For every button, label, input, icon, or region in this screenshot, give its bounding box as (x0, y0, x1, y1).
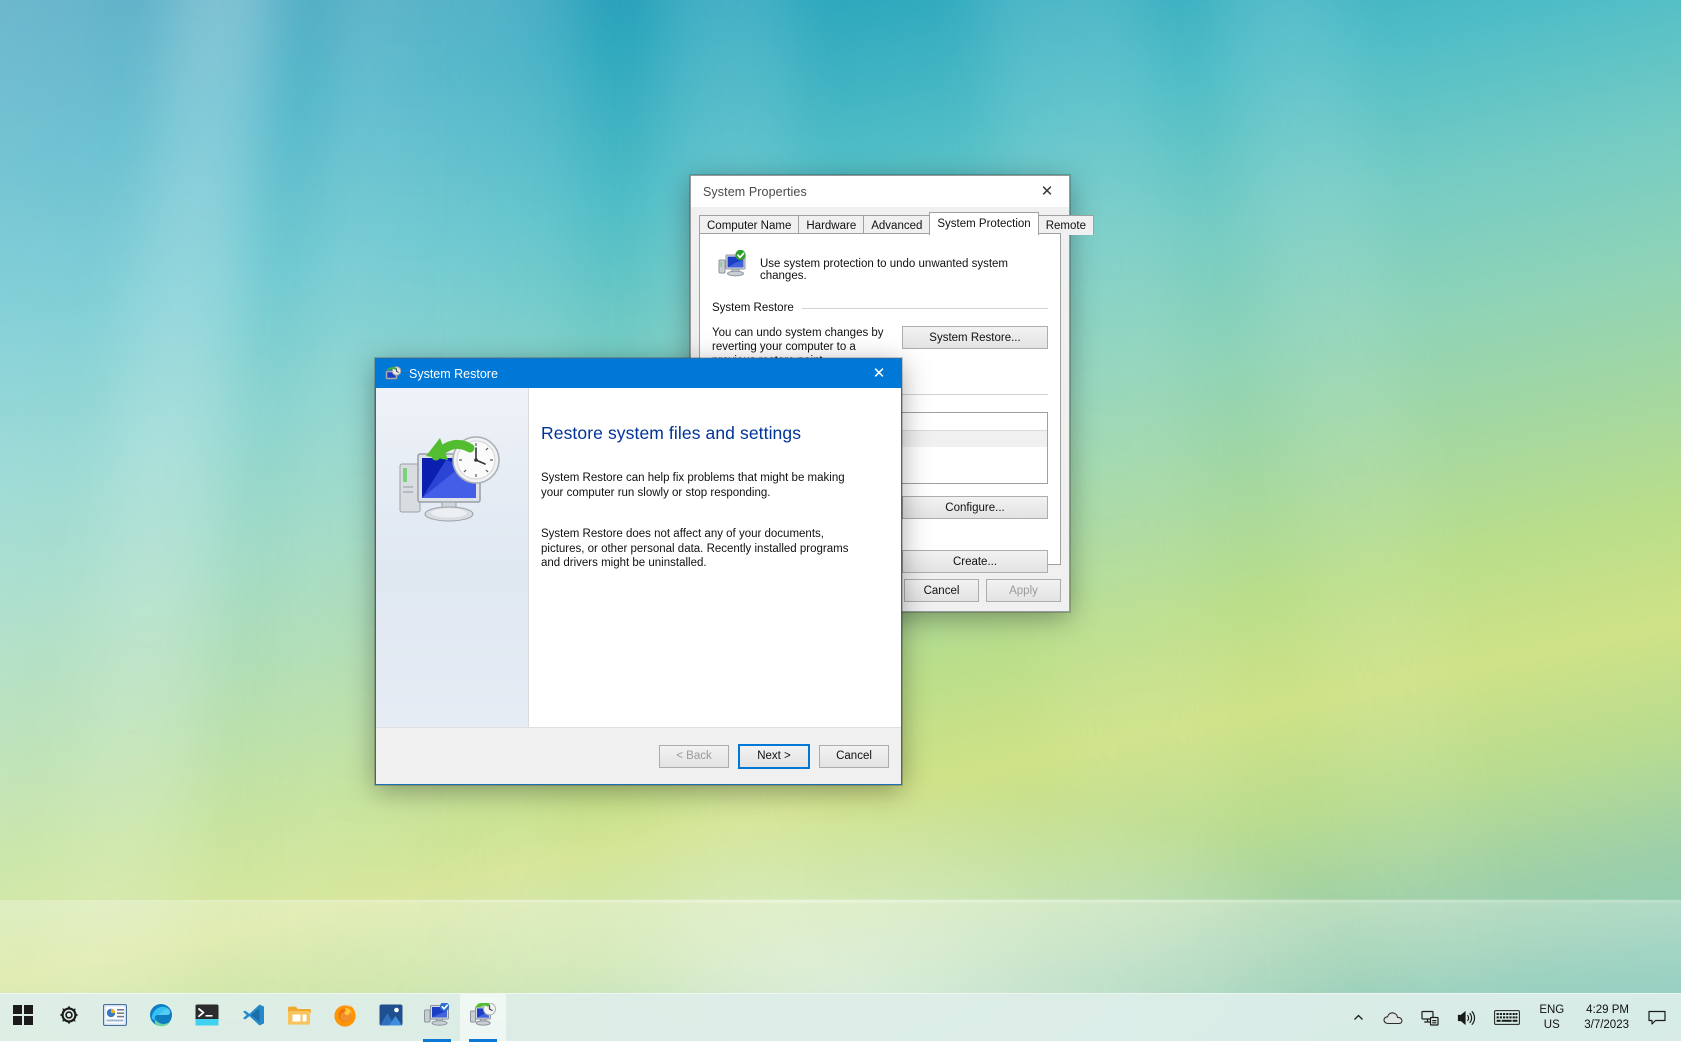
language-line-2: US (1544, 1018, 1560, 1033)
keyboard-icon[interactable] (1485, 994, 1529, 1042)
system-protection-header: Use system protection to undo unwanted s… (718, 250, 1046, 282)
photos-icon (379, 1004, 403, 1031)
show-hidden-icons-chevron-icon[interactable] (1343, 994, 1374, 1042)
photos-button[interactable] (368, 994, 414, 1042)
cloud-icon[interactable] (1374, 994, 1412, 1042)
firefox-icon (333, 1003, 357, 1032)
system-properties-tabstrip[interactable]: Computer Name Hardware Advanced System P… (699, 213, 1069, 235)
system-restore-titlebar[interactable]: System Restore ✕ (376, 359, 901, 388)
apply-button[interactable]: Apply (986, 579, 1061, 602)
system-restore-body: Restore system files and settings System… (376, 388, 901, 727)
system-properties-taskbar-button[interactable] (414, 994, 460, 1042)
microsoft-edge-button[interactable] (138, 994, 184, 1042)
cancel-button[interactable]: Cancel (819, 745, 889, 768)
clock-date: 3/7/2023 (1584, 1018, 1629, 1033)
back-button[interactable]: < Back (659, 745, 729, 768)
file-explorer-button[interactable] (276, 994, 322, 1042)
tab-system-protection[interactable]: System Protection (929, 212, 1038, 235)
taskbar-apps (0, 994, 506, 1042)
system-properties-icon (424, 1003, 450, 1032)
firefox-button[interactable] (322, 994, 368, 1042)
language-line-1: ENG (1539, 1003, 1564, 1018)
cancel-button[interactable]: Cancel (904, 579, 979, 602)
taskbar[interactable]: ENG US 4:29 PM 3/7/2023 (0, 993, 1681, 1041)
next-button[interactable]: Next > (738, 744, 810, 769)
system-restore-title: System Restore (409, 367, 498, 381)
tab-computer-name[interactable]: Computer Name (699, 215, 799, 235)
system-restore-group-legend-label: System Restore (712, 302, 794, 314)
vscode-icon (241, 1003, 265, 1032)
group-divider (802, 308, 1048, 309)
gear-icon (58, 1004, 80, 1031)
system-restore-paragraph-2: System Restore does not affect any of yo… (541, 527, 866, 571)
page-title: Restore system files and settings (541, 423, 875, 444)
system-restore-paragraph-1: System Restore can help fix problems tha… (541, 471, 866, 500)
tab-hardware[interactable]: Hardware (798, 215, 864, 235)
system-restore-group-legend: System Restore (712, 302, 1048, 314)
system-restore-illustration-pane (376, 388, 529, 727)
clock-time: 4:29 PM (1586, 1003, 1629, 1018)
folder-icon (287, 1005, 311, 1031)
windows-logo-icon (13, 1005, 33, 1030)
tab-remote[interactable]: Remote (1038, 215, 1094, 235)
system-restore-icon (470, 1003, 496, 1032)
configure-button[interactable]: Configure... (902, 496, 1048, 519)
network-icon[interactable] (1412, 994, 1448, 1042)
vs-code-button[interactable] (230, 994, 276, 1042)
close-icon[interactable]: ✕ (1025, 176, 1069, 207)
settings-button[interactable] (46, 994, 92, 1042)
system-properties-titlebar[interactable]: System Properties ✕ (691, 176, 1069, 207)
clock[interactable]: 4:29 PM 3/7/2023 (1574, 994, 1639, 1042)
edge-icon (149, 1003, 173, 1032)
wallpaper-light-ray (6, 0, 305, 1041)
language-indicator[interactable]: ENG US (1529, 994, 1574, 1042)
system-restore-taskbar-button[interactable] (460, 994, 506, 1042)
terminal-button[interactable] (184, 994, 230, 1042)
tab-advanced[interactable]: Advanced (863, 215, 930, 235)
control-panel-button[interactable] (92, 994, 138, 1042)
system-restore-button[interactable]: System Restore... (902, 326, 1048, 349)
system-protection-icon (718, 250, 748, 281)
control-panel-icon (103, 1004, 127, 1031)
system-tray[interactable]: ENG US 4:29 PM 3/7/2023 (1343, 994, 1681, 1042)
close-icon[interactable]: ✕ (857, 359, 901, 388)
system-restore-icon (385, 366, 401, 382)
system-restore-footer: < Back Next > Cancel (376, 727, 901, 784)
create-button[interactable]: Create... (902, 550, 1048, 573)
system-restore-illustration-icon (396, 434, 508, 543)
system-restore-content: Restore system files and settings System… (529, 388, 901, 727)
system-properties-title: System Properties (703, 185, 807, 199)
system-restore-window[interactable]: System Restore ✕ (375, 358, 902, 785)
system-protection-header-text: Use system protection to undo unwanted s… (760, 250, 1046, 282)
speaker-icon[interactable] (1448, 994, 1485, 1042)
notification-bubble-icon[interactable] (1639, 994, 1675, 1042)
start-button[interactable] (0, 994, 46, 1042)
terminal-icon (195, 1004, 219, 1031)
